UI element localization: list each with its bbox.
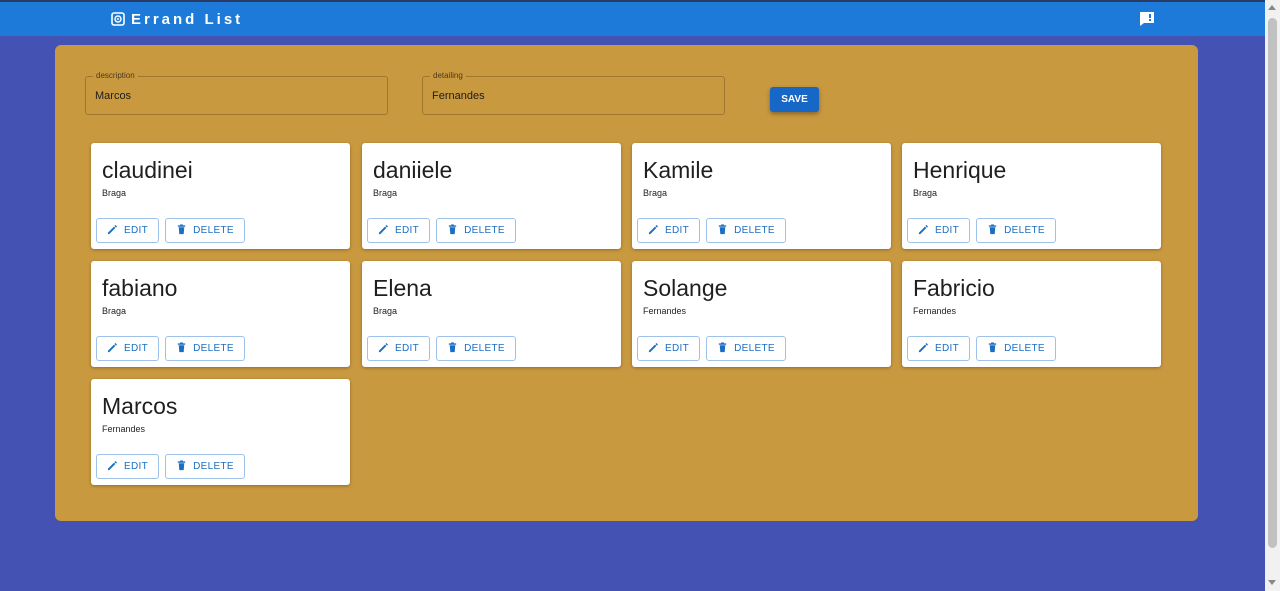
edit-button[interactable]: EDIT [907,336,970,361]
delete-button[interactable]: DELETE [165,454,245,479]
errand-card: Elena Braga EDIT DELETE [362,261,621,367]
pencil-icon [107,460,118,474]
pencil-icon [648,342,659,356]
card-title: claudinei [102,157,193,183]
errand-card: Kamile Braga EDIT DELETE [632,143,891,249]
target-icon [111,12,125,26]
delete-button[interactable]: DELETE [436,218,516,243]
card-subtitle: Braga [643,188,668,198]
scrollbar[interactable] [1265,0,1280,591]
detailing-field: detailing [422,70,725,115]
pencil-icon [107,224,118,238]
delete-button[interactable]: DELETE [436,336,516,361]
delete-label: DELETE [193,343,234,354]
edit-button[interactable]: EDIT [96,336,159,361]
delete-button[interactable]: DELETE [976,218,1056,243]
trash-icon [447,223,458,238]
edit-button[interactable]: EDIT [367,218,430,243]
trash-icon [176,341,187,356]
trash-icon [987,223,998,238]
card-title: Henrique [913,157,1007,183]
edit-button[interactable]: EDIT [907,218,970,243]
save-button[interactable]: SAVE [770,87,819,112]
card-subtitle: Braga [373,188,398,198]
edit-button[interactable]: EDIT [637,218,700,243]
edit-label: EDIT [395,343,419,354]
delete-button[interactable]: DELETE [706,218,786,243]
trash-icon [717,341,728,356]
card-subtitle: Fernandes [643,306,687,316]
edit-label: EDIT [665,343,689,354]
description-field: description [85,70,388,115]
card-title: Fabricio [913,275,995,301]
card-title: Kamile [643,157,714,183]
detailing-input[interactable] [432,77,715,114]
edit-label: EDIT [124,461,148,472]
errand-card: Fabricio Fernandes EDIT DELETE [902,261,1161,367]
pencil-icon [648,224,659,238]
delete-button[interactable]: DELETE [706,336,786,361]
trash-icon [717,223,728,238]
delete-label: DELETE [464,225,505,236]
card-title: Elena [373,275,432,301]
scroll-up-arrow-icon[interactable] [1268,5,1276,10]
delete-button[interactable]: DELETE [165,336,245,361]
pencil-icon [107,342,118,356]
delete-label: DELETE [734,225,775,236]
edit-button[interactable]: EDIT [367,336,430,361]
errand-card: Marcos Fernandes EDIT DELETE [91,379,350,485]
errand-panel: description detailing SAVE claudinei Bra… [55,45,1198,521]
trash-icon [176,223,187,238]
card-title: Solange [643,275,728,301]
pencil-icon [378,342,389,356]
app-title: Errand List [131,10,244,28]
edit-label: EDIT [935,343,959,354]
delete-label: DELETE [1004,225,1045,236]
feedback-icon[interactable] [1138,10,1156,28]
edit-button[interactable]: EDIT [96,454,159,479]
edit-label: EDIT [935,225,959,236]
pencil-icon [918,342,929,356]
errand-card: claudinei Braga EDIT DELETE [91,143,350,249]
scroll-thumb[interactable] [1268,18,1277,548]
card-title: fabiano [102,275,178,301]
edit-button[interactable]: EDIT [637,336,700,361]
delete-button[interactable]: DELETE [165,218,245,243]
card-subtitle: Braga [102,188,127,198]
card-title: daniiele [373,157,453,183]
card-subtitle: Braga [102,306,127,316]
card-subtitle: Fernandes [102,424,146,434]
card-subtitle: Fernandes [913,306,957,316]
errand-card: fabiano Braga EDIT DELETE [91,261,350,367]
pencil-icon [918,224,929,238]
edit-label: EDIT [665,225,689,236]
edit-label: EDIT [395,225,419,236]
brand: Errand List [111,2,243,36]
trash-icon [447,341,458,356]
delete-label: DELETE [464,343,505,354]
delete-label: DELETE [193,461,234,472]
delete-button[interactable]: DELETE [976,336,1056,361]
edit-label: EDIT [124,343,148,354]
edit-button[interactable]: EDIT [96,218,159,243]
edit-label: EDIT [124,225,148,236]
description-input[interactable] [95,77,378,114]
scroll-down-arrow-icon[interactable] [1268,580,1276,585]
trash-icon [987,341,998,356]
errand-card: Solange Fernandes EDIT DELETE [632,261,891,367]
pencil-icon [378,224,389,238]
errand-card: Henrique Braga EDIT DELETE [902,143,1161,249]
card-title: Marcos [102,393,178,419]
delete-label: DELETE [1004,343,1045,354]
app-bar: Errand List [0,0,1265,36]
delete-label: DELETE [193,225,234,236]
trash-icon [176,459,187,474]
card-subtitle: Braga [373,306,398,316]
card-subtitle: Braga [913,188,938,198]
delete-label: DELETE [734,343,775,354]
errand-card: daniiele Braga EDIT DELETE [362,143,621,249]
